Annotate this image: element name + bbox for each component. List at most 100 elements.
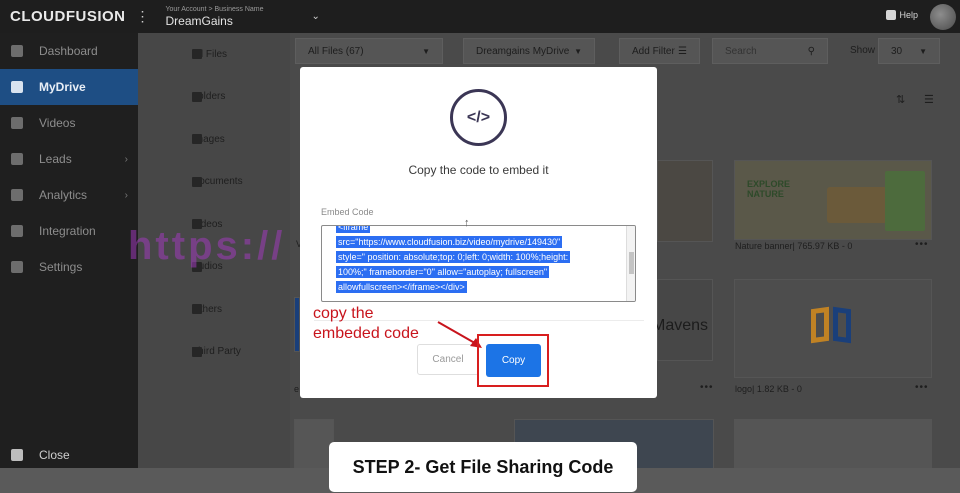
embed-code-textarea[interactable]: <iframe src="https://www.cloudfusion.biz… [321,225,636,302]
show-count-dropdown[interactable]: 30 ▼ [878,38,940,64]
mavens-text: Mavens [652,317,709,334]
show-label: Show [850,45,876,56]
text-cursor-icon: ↑ [464,217,470,229]
embed-code-text[interactable]: <iframe src="https://www.cloudfusion.biz… [336,226,621,295]
sidebar-item-mydrive[interactable]: MyDrive [0,69,138,105]
help-button[interactable]: Help [886,10,918,20]
sort-icon[interactable]: ⇅ [896,93,905,106]
thumbnail[interactable] [734,419,932,473]
drive-label: Dreamgains MyDrive [476,45,570,57]
list-view-icon[interactable]: ☰ [924,93,934,106]
scrollbar-thumb[interactable] [629,252,634,274]
logo-shape-left [811,306,829,344]
library-item-images[interactable]: Images [138,118,290,161]
chevron-down-icon[interactable]: ⌄ [312,11,320,22]
settings-icon [11,261,23,273]
embed-code-line: 100%;" frameborder="0" allow="autoplay; … [336,266,550,278]
sidebar-item-label: Leads [39,152,72,166]
third-party-icon [192,346,202,357]
sidebar-item-dashboard[interactable]: Dashboard [0,33,138,69]
library-item-third-party[interactable]: Third Party [138,331,290,374]
document-icon [192,176,202,187]
integration-icon [11,225,23,237]
sidebar-item-label: Integration [39,224,96,238]
chevron-right-icon: › [124,153,128,165]
account-switcher[interactable]: Your Account > Business Name DreamGains [166,6,264,27]
file-icon [192,304,202,315]
dashboard-icon [11,45,23,57]
video-icon [11,117,23,129]
thumbnail[interactable] [657,160,713,242]
image-icon [192,134,202,145]
sidebar-item-settings[interactable]: Settings [0,249,138,285]
nature-banner-meta: Nature banner| 765.97 KB - 0 [735,241,853,251]
filter-icon: ☰ [678,45,687,57]
account-name: DreamGains [165,14,233,28]
analytics-icon [11,189,23,201]
sidebar-item-leads[interactable]: Leads › [0,141,138,177]
kebab-menu-icon[interactable]: ⋮ [136,8,150,25]
embed-code-line: allowfullscreen></iframe></div> [336,281,467,293]
sidebar-item-label: Dashboard [39,44,98,58]
search-placeholder: Search [725,45,757,57]
partial-card-label: e [294,384,300,394]
library-item-all-files[interactable]: All Files [138,33,290,76]
top-bar: CLOUDFUSION ⋮ Your Account > Business Na… [0,0,960,33]
drive-icon [11,81,23,93]
add-filter-button[interactable]: Add Filter ☰ [619,38,700,64]
logout-icon [11,449,23,461]
sidebar-close-label: Close [39,448,70,462]
boat-image [827,187,887,223]
sidebar-item-integration[interactable]: Integration [0,213,138,249]
thumbnail[interactable]: Mavens [652,279,713,361]
annotation-line: copy the [313,305,374,322]
logo-shape-right [833,306,851,344]
thumbnail[interactable] [294,419,334,473]
help-label: Help [899,10,918,20]
folder-icon [192,91,202,102]
app-logo[interactable]: CLOUDFUSION [10,8,126,25]
drive-dropdown[interactable]: Dreamgains MyDrive ▼ [463,38,595,64]
nature-banner-thumbnail[interactable]: EXPLORE NATURE [734,160,932,240]
help-icon [886,10,897,20]
more-options-icon[interactable]: ••• [700,382,714,393]
search-input[interactable]: Search ⚲ [712,38,828,64]
all-files-dropdown[interactable]: All Files (67) ▼ [295,38,443,64]
grid-icon [192,49,202,60]
sidebar-item-label: Videos [39,116,76,130]
leads-icon [11,153,23,165]
logo-meta: logo| 1.82 KB - 0 [735,384,802,394]
more-options-icon[interactable]: ••• [915,239,929,250]
library-item-others[interactable]: Others [138,288,290,331]
all-files-label: All Files (67) [308,45,364,57]
logo-thumbnail[interactable] [734,279,932,378]
search-icon: ⚲ [807,45,815,57]
embed-code-line: <iframe [336,226,371,233]
sidebar-item-videos[interactable]: Videos [0,105,138,141]
annotation-line: embeded code [313,325,419,342]
embed-code-line: src="https://www.cloudfusion.biz/video/m… [336,236,563,248]
caret-down-icon: ▼ [574,46,582,56]
more-options-icon[interactable]: ••• [915,382,929,393]
add-filter-label: Add Filter [632,45,675,57]
chevron-right-icon: › [124,189,128,201]
library-item-documents[interactable]: Documents [138,161,290,204]
avatar[interactable] [930,4,956,30]
modal-title: Copy the code to embed it [408,163,549,177]
sidebar-item-analytics[interactable]: Analytics › [0,177,138,213]
sidebar-item-label: Analytics [39,188,88,202]
textarea-scrollbar[interactable] [626,226,635,301]
sidebar-item-label: MyDrive [39,80,86,94]
sidebar-item-label: Settings [39,260,83,274]
embed-code-line: style=" position: absolute;top: 0;left: … [336,251,571,263]
nature-banner-title: EXPLORE NATURE [747,179,791,199]
caret-down-icon: ▼ [422,46,430,56]
annotation-text: copy the embeded code [313,304,419,344]
embed-code-label: Embed Code [321,207,374,217]
library-item-folders[interactable]: Folders [138,76,290,119]
sidebar: Dashboard MyDrive Videos Leads › Analyti… [0,33,138,473]
foliage-image [885,171,925,231]
caret-down-icon: ▼ [919,46,927,56]
step-banner: STEP 2- Get File Sharing Code [329,442,637,492]
code-icon: </> [450,89,507,146]
